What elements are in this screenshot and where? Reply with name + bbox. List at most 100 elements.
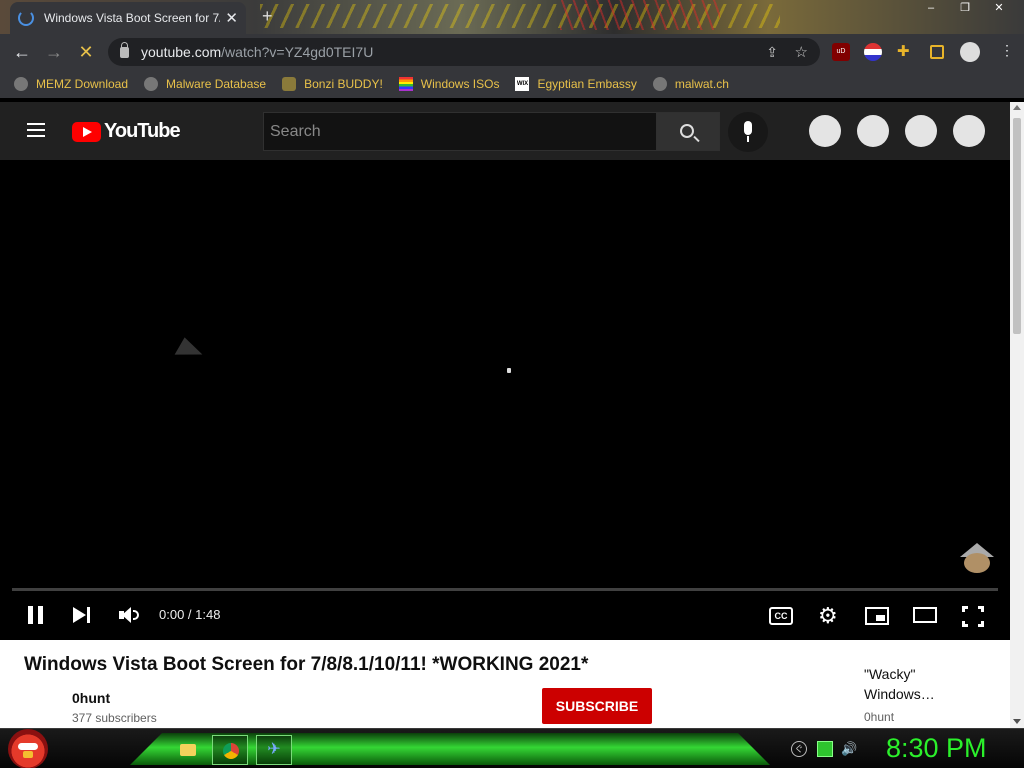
microphone-stand — [747, 136, 749, 142]
youtube-play-icon — [72, 121, 101, 142]
next-video-button[interactable] — [73, 604, 93, 628]
new-tab-button[interactable]: + — [262, 6, 273, 27]
restore-icon[interactable]: ❐ — [948, 0, 982, 16]
browser-tab-active[interactable]: Windows Vista Boot Screen for 7/8/8.1/10… — [10, 2, 246, 34]
file-explorer-icon[interactable] — [170, 735, 206, 765]
youtube-logo-text: YouTube — [104, 120, 181, 142]
page-scrollbar[interactable] — [1010, 102, 1024, 728]
bookmarks-bar: MEMZ Download Malware Database Bonzi BUD… — [0, 70, 1024, 98]
volume-tray-icon[interactable]: 🔊 — [841, 741, 857, 757]
video-progress-bar[interactable] — [12, 588, 998, 591]
titlebar-decoration-red — [560, 0, 720, 30]
bookmark-malwatch[interactable]: malwat.ch — [652, 77, 729, 91]
taskbar: ✈ ぐ 🔊 8:30 PM — [0, 728, 1024, 768]
header-button-3[interactable] — [905, 115, 937, 147]
bookmark-label: malwat.ch — [674, 77, 729, 91]
ime-tray-icon[interactable]: ぐ — [791, 741, 807, 757]
bookmark-label: MEMZ Download — [36, 77, 129, 91]
browser-menu-icon[interactable]: ⋮ — [1000, 42, 1018, 60]
fullscreen-corner — [978, 621, 984, 627]
bookmark-memz[interactable]: MEMZ Download — [14, 77, 128, 91]
time-display: 0:00 / 1:48 — [159, 607, 221, 622]
search-box[interactable] — [263, 112, 657, 151]
bookmark-windows-isos[interactable]: Windows ISOs — [398, 77, 499, 91]
header-button-2[interactable] — [857, 115, 889, 147]
video-title: Windows Vista Boot Screen for 7/8/8.1/10… — [24, 654, 589, 675]
subtitles-button[interactable]: CC — [769, 607, 793, 625]
pause-button[interactable] — [26, 604, 44, 628]
ublock-extension-icon[interactable]: uD — [832, 43, 850, 61]
recommended-video-channel: 0hunt — [864, 710, 895, 724]
scroll-up-arrow-icon[interactable] — [1013, 105, 1021, 110]
video-info-section: Windows Vista Boot Screen for 7/8/8.1/10… — [0, 640, 1010, 728]
start-button-angry-bird-icon[interactable] — [8, 729, 48, 768]
taskbar-clock[interactable]: 8:30 PM — [886, 733, 987, 764]
bird-beak — [23, 751, 33, 758]
address-bar[interactable]: youtube.com/watch?v=YZ4gd0TEI7U ⇪ ☆ — [108, 38, 820, 66]
globe-icon — [14, 77, 28, 91]
minimize-icon[interactable]: – — [914, 0, 948, 16]
bird-app-taskbar-icon[interactable]: ✈ — [256, 735, 292, 765]
scroll-down-arrow-icon[interactable] — [1013, 719, 1021, 724]
rainbow-flag-icon — [398, 77, 413, 91]
youtube-header: YouTube — [0, 102, 1010, 160]
globe-icon — [652, 77, 667, 91]
search-icon — [680, 124, 694, 138]
browser-toolbar: ← → ✕ youtube.com/watch?v=YZ4gd0TEI7U ⇪ … — [0, 34, 1024, 70]
chrome-taskbar-icon[interactable] — [212, 735, 248, 765]
theater-mode-button[interactable] — [913, 607, 937, 623]
header-button-1[interactable] — [809, 115, 841, 147]
youtube-page: YouTube 0:00 / 1:48 CC ⚙ — [0, 102, 1010, 728]
volume-button[interactable] — [119, 604, 141, 628]
close-window-icon[interactable]: ✕ — [982, 0, 1016, 16]
vista-cursor-icon — [174, 337, 206, 367]
subscriber-count: 377 subscribers — [72, 711, 157, 725]
fullscreen-corner — [962, 606, 968, 612]
extensions-puzzle-icon[interactable]: ✚ — [897, 42, 915, 60]
channel-name[interactable]: 0hunt — [72, 690, 110, 706]
fullscreen-corner — [962, 621, 968, 627]
bookmark-label: Bonzi BUDDY! — [304, 77, 383, 91]
miniplayer-button[interactable] — [865, 607, 889, 625]
back-arrow-icon[interactable]: ← — [6, 42, 38, 63]
scrollbar-thumb[interactable] — [1013, 118, 1021, 334]
loading-spinner-icon — [18, 10, 34, 26]
search-input[interactable] — [270, 122, 640, 141]
tab-title: Windows Vista Boot Screen for 7/8/8.1/10… — [44, 11, 220, 25]
network-tray-icon[interactable] — [817, 741, 833, 757]
bookmark-bonzi-buddy[interactable]: Bonzi BUDDY! — [282, 77, 383, 91]
profile-avatar-icon[interactable] — [960, 42, 980, 62]
header-button-4[interactable] — [953, 115, 985, 147]
youtube-logo[interactable]: YouTube — [72, 120, 181, 143]
bookmark-label: Malware Database — [166, 77, 267, 91]
microphone-icon — [744, 121, 752, 135]
hat-character-icon — [960, 543, 994, 573]
voice-search-button[interactable] — [728, 112, 768, 152]
video-player[interactable]: 0:00 / 1:48 CC ⚙ — [0, 160, 1010, 640]
browser-titlebar: Windows Vista Boot Screen for 7/8/8.1/10… — [0, 0, 1024, 34]
lock-icon[interactable] — [120, 41, 129, 58]
share-icon[interactable]: ⇪ — [766, 44, 778, 61]
bird-eyes — [18, 743, 38, 750]
stop-loading-icon[interactable]: ✕ — [70, 42, 102, 63]
url-path: /watch?v=YZ4gd0TEI7U — [221, 44, 374, 60]
window-controls: – ❐ ✕ — [914, 0, 1016, 16]
bookmark-label: Egyptian Embassy — [537, 77, 637, 91]
volume-icon — [133, 610, 139, 620]
flag-extension-icon[interactable] — [864, 43, 882, 61]
subscribe-button[interactable]: SUBSCRIBE — [542, 688, 652, 724]
wix-icon: WIX — [515, 77, 530, 91]
side-panel-icon[interactable] — [930, 45, 944, 59]
recommended-video-title[interactable]: "Wacky" Windows… — [864, 664, 984, 704]
forward-arrow-icon[interactable]: → — [38, 42, 70, 63]
settings-gear-icon[interactable]: ⚙ — [818, 604, 840, 628]
search-button[interactable] — [656, 112, 720, 151]
bookmark-malware-database[interactable]: Malware Database — [144, 77, 266, 91]
fullscreen-corner — [978, 606, 984, 612]
fullscreen-button[interactable] — [962, 604, 984, 628]
hamburger-menu-icon[interactable] — [27, 123, 45, 137]
hat-head — [964, 553, 990, 573]
close-tab-icon[interactable]: ✕ — [225, 9, 238, 27]
bookmark-egyptian-embassy[interactable]: WIX Egyptian Embassy — [515, 77, 637, 91]
bookmark-star-icon[interactable]: ☆ — [795, 43, 808, 61]
